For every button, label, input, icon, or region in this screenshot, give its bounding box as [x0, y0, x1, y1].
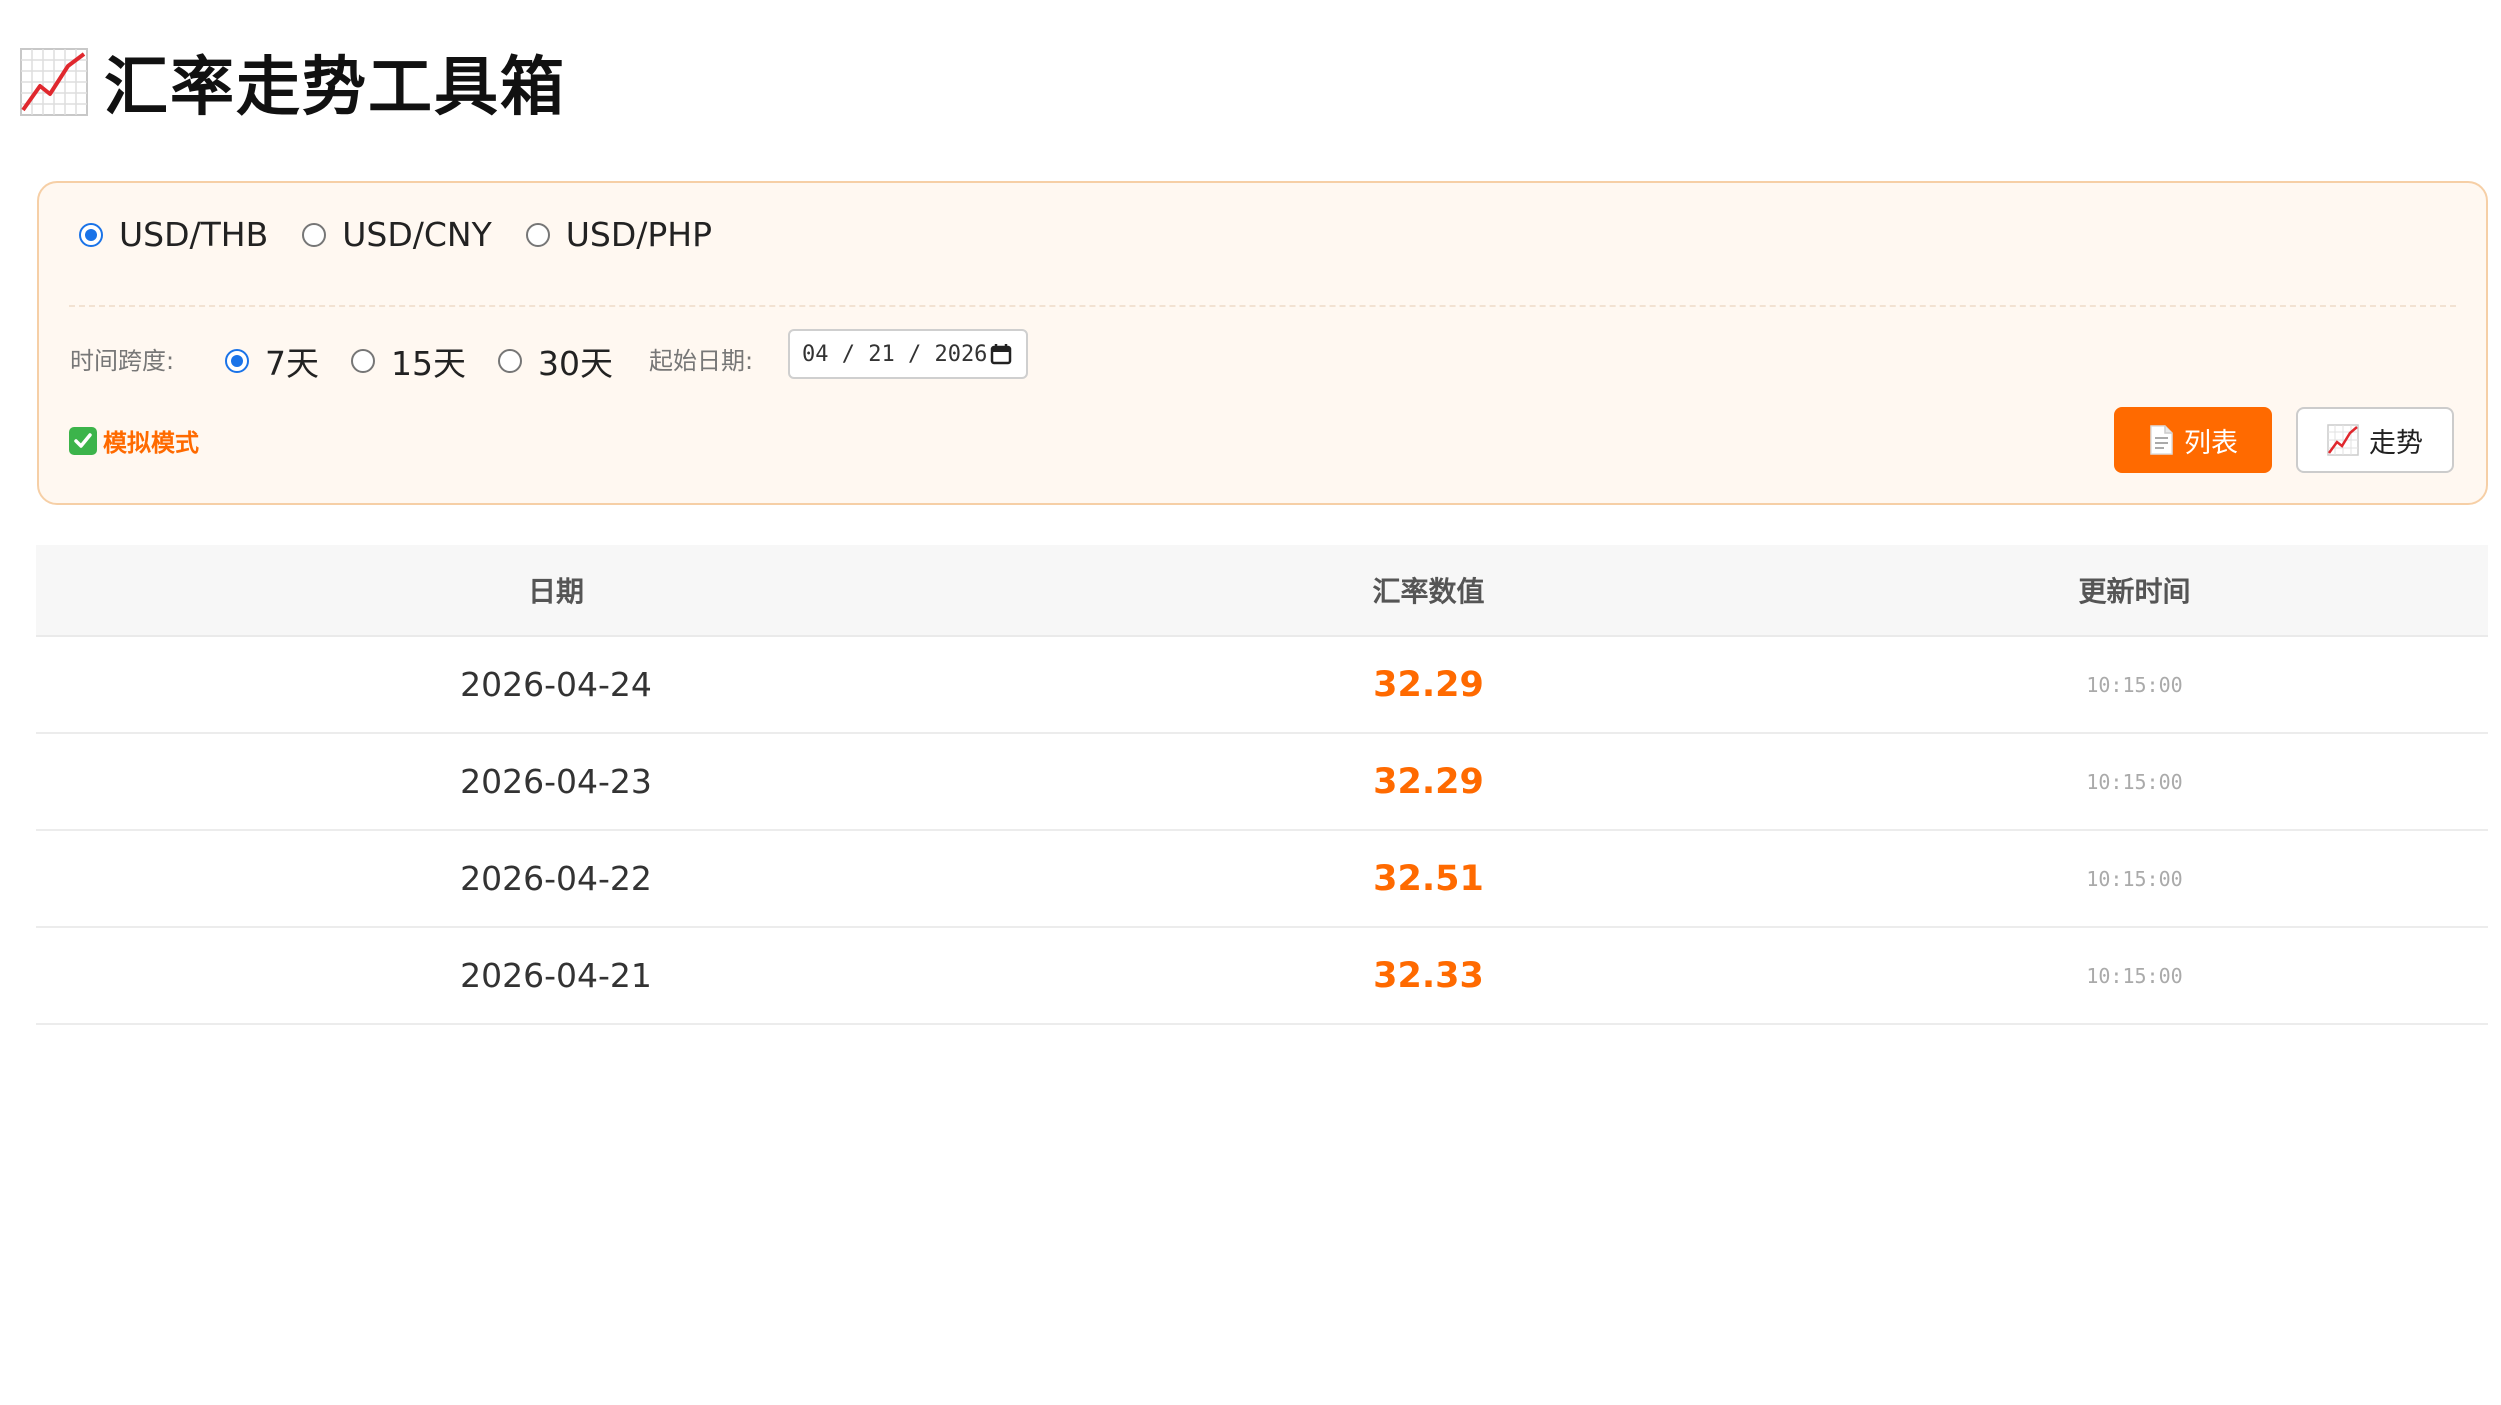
- check-mark-icon: [69, 426, 97, 455]
- list-view-label: 列表: [2184, 427, 2238, 458]
- table-row[interactable]: 2026-04-24 32.29 10:15:00: [36, 637, 2488, 734]
- row-date: 2026-04-22: [460, 859, 652, 898]
- row-rate: 32.29: [1373, 761, 1484, 802]
- currency-pair-usd-php[interactable]: USD/PHP: [525, 215, 713, 254]
- trend-view-label: 走势: [2369, 427, 2423, 458]
- range-option-label: 15天: [391, 344, 466, 383]
- range-label: 时间跨度:: [70, 347, 175, 375]
- list-view-button[interactable]: 列表: [2114, 407, 2272, 473]
- document-icon: [2150, 425, 2173, 455]
- chart-increasing-icon: [2327, 424, 2359, 456]
- table-header: 日期 汇率数值 更新时间: [36, 545, 2488, 637]
- range-option-15[interactable]: 15天: [351, 337, 466, 385]
- chart-increasing-icon: [20, 48, 88, 116]
- currency-pair-label: USD/PHP: [565, 215, 713, 254]
- range-option-label: 30天: [538, 344, 613, 383]
- trend-view-button[interactable]: 走势: [2296, 407, 2454, 473]
- page-title: 汇率走势工具箱: [104, 51, 566, 125]
- column-header-date[interactable]: 日期: [36, 545, 1076, 635]
- row-time: 10:15:00: [2086, 672, 2183, 697]
- currency-pair-label: USD/THB: [119, 215, 269, 254]
- simulation-mode-badge: 模拟模式: [69, 423, 199, 458]
- start-date-input[interactable]: 04 / 21 / 2026: [788, 329, 1028, 379]
- radio-range-15[interactable]: [351, 349, 375, 373]
- row-rate: 32.51: [1373, 858, 1484, 899]
- table-row[interactable]: 2026-04-23 32.29 10:15:00: [36, 734, 2488, 831]
- currency-pair-group: USD/THB USD/CNY USD/PHP: [79, 215, 712, 254]
- row-rate: 32.33: [1373, 955, 1484, 996]
- currency-pair-usd-cny[interactable]: USD/CNY: [302, 215, 492, 254]
- row-date: 2026-04-21: [460, 956, 652, 995]
- column-header-updated[interactable]: 更新时间: [1781, 545, 2488, 635]
- row-date: 2026-04-23: [460, 762, 652, 801]
- range-group: 7天 15天 30天: [225, 337, 613, 385]
- table-row[interactable]: 2026-04-21 32.33 10:15:00: [36, 928, 2488, 1025]
- start-date-value: 04 / 21 / 2026: [802, 341, 988, 367]
- row-date: 2026-04-24: [460, 665, 652, 704]
- page: 汇率走势工具箱 USD/THB USD/CNY USD/PHP 时间跨度: 7天: [0, 0, 2501, 1405]
- range-option-7[interactable]: 7天: [225, 337, 319, 385]
- calendar-icon[interactable]: [990, 343, 1012, 365]
- radio-usd-cny[interactable]: [302, 222, 327, 247]
- currency-pair-label: USD/CNY: [342, 215, 492, 254]
- control-panel: USD/THB USD/CNY USD/PHP 时间跨度: 7天 15天 30天…: [37, 181, 2488, 505]
- simulation-mode-label: 模拟模式: [103, 429, 199, 457]
- currency-pair-usd-thb[interactable]: USD/THB: [79, 215, 268, 254]
- rate-table: 日期 汇率数值 更新时间 2026-04-24 32.29 10:15:00 2…: [36, 545, 2488, 1025]
- row-time: 10:15:00: [2086, 769, 2183, 794]
- row-rate: 32.29: [1373, 664, 1484, 705]
- range-option-30[interactable]: 30天: [498, 337, 613, 385]
- header: 汇率走势工具箱: [18, 36, 566, 128]
- column-header-rate[interactable]: 汇率数值: [1076, 545, 1781, 635]
- radio-range-30[interactable]: [498, 349, 522, 373]
- row-time: 10:15:00: [2086, 963, 2183, 988]
- row-time: 10:15:00: [2086, 866, 2183, 891]
- table-row[interactable]: 2026-04-22 32.51 10:15:00: [36, 831, 2488, 928]
- radio-usd-php[interactable]: [525, 222, 550, 247]
- radio-range-7[interactable]: [225, 349, 249, 373]
- start-date-label: 起始日期:: [649, 347, 754, 375]
- range-option-label: 7天: [265, 344, 319, 383]
- radio-usd-thb[interactable]: [79, 222, 103, 247]
- divider: [69, 305, 2456, 307]
